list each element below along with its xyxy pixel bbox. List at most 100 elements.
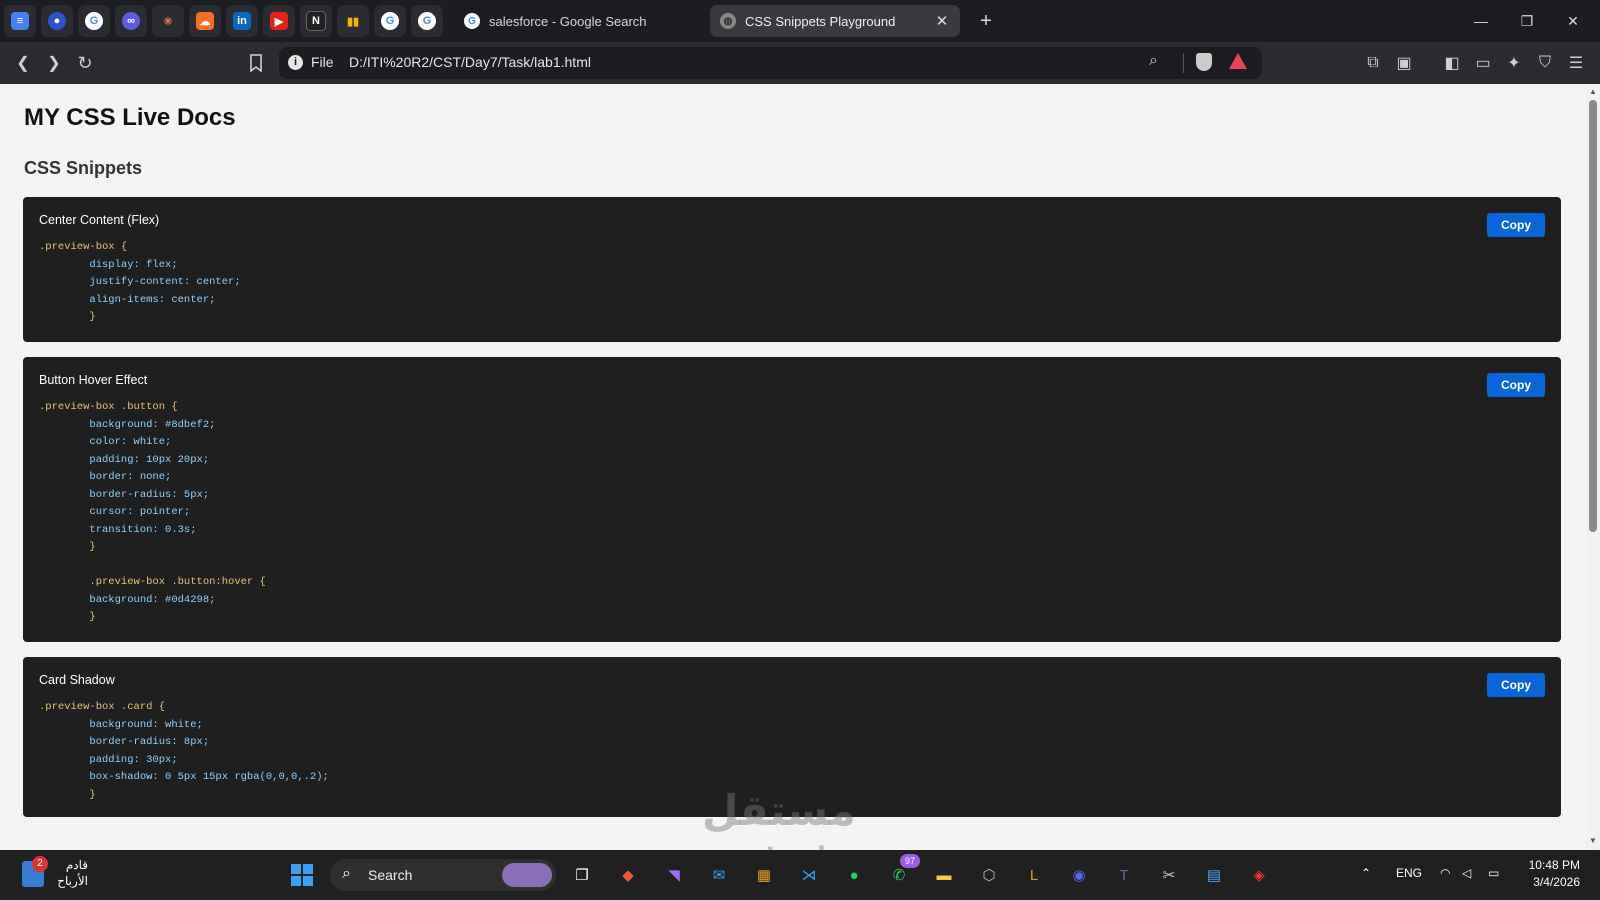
close-tab-icon[interactable]: ✕: [932, 11, 952, 31]
address-scheme-label: File: [311, 54, 334, 70]
sidebar-icon[interactable]: ◧: [1440, 51, 1464, 75]
info-icon[interactable]: i: [288, 55, 303, 70]
taskbar-search[interactable]: ⌕ Search: [330, 859, 556, 891]
browser-toolbar: ❮ ❯ ↻ i File D:/ITI%20R2/CST/Day7/Task/l…: [0, 42, 1600, 84]
pinned-tab-chart[interactable]: ▮▮: [337, 5, 369, 37]
copy-button[interactable]: Copy: [1487, 373, 1545, 397]
code-line: .preview-box .button {: [39, 401, 178, 413]
snippet-code: .preview-box .button { background: #8dbe…: [39, 399, 266, 627]
language-indicator[interactable]: ENG: [1396, 866, 1422, 880]
scroll-up-icon[interactable]: ▲: [1589, 87, 1597, 96]
forward-icon[interactable]: ❯: [42, 51, 66, 75]
minimize-button[interactable]: —: [1458, 6, 1504, 36]
tab-css-snippets[interactable]: ◍ CSS Snippets Playground ✕: [710, 5, 960, 37]
code-line: cursor: pointer;: [39, 506, 191, 518]
pinned-tab-youtube[interactable]: ▶: [263, 5, 295, 37]
brave-rewards-icon[interactable]: [1229, 53, 1247, 69]
pinned-tab-google-3[interactable]: G: [411, 5, 443, 37]
pinned-tab-notion[interactable]: N: [300, 5, 332, 37]
copy-button[interactable]: Copy: [1487, 213, 1545, 237]
reload-icon[interactable]: ↻: [73, 51, 97, 75]
leo-ai-icon[interactable]: ✦: [1502, 51, 1526, 75]
clock-date[interactable]: 3/4/2026: [1524, 875, 1580, 889]
address-bar[interactable]: i File D:/ITI%20R2/CST/Day7/Task/lab1.ht…: [279, 47, 1262, 79]
zoom-icon[interactable]: ⌕: [1149, 52, 1158, 70]
chart-icon: ▮▮: [346, 15, 360, 28]
back-icon[interactable]: ❮: [11, 51, 35, 75]
tray-chevron-icon[interactable]: ⌃: [1361, 866, 1371, 880]
widget-text[interactable]: قادم الأرباح: [54, 857, 88, 889]
colorful-app-icon[interactable]: ▦: [748, 859, 780, 891]
taskbar: 2 قادم الأرباح ⌕ Search ❐ ◆ ◥ ✉ ▦ ⋊ ● ✆ …: [0, 850, 1600, 900]
code-line: background: white;: [39, 718, 203, 731]
code-line: border-radius: 8px;: [39, 736, 210, 748]
pinned-tab-circle[interactable]: ●: [41, 5, 73, 37]
snipping-tool-icon[interactable]: ✂: [1153, 859, 1185, 891]
code-line: padding: 30px;: [39, 753, 178, 766]
vpn-icon[interactable]: ⛉: [1533, 51, 1557, 75]
battery-icon[interactable]: ▭: [1488, 866, 1499, 880]
snippet-title: Center Content (Flex): [39, 213, 160, 227]
volume-icon[interactable]: ◁: [1462, 866, 1471, 880]
discord-icon[interactable]: ◉: [1063, 859, 1095, 891]
new-tab-button[interactable]: +: [974, 9, 998, 33]
pinned-tab-linkedin[interactable]: in: [226, 5, 258, 37]
address-url[interactable]: D:/ITI%20R2/CST/Day7/Task/lab1.html: [349, 54, 591, 70]
bookmark-icon[interactable]: [244, 51, 268, 75]
notepad-icon[interactable]: ▤: [1198, 859, 1230, 891]
wallet-icon[interactable]: ▭: [1471, 51, 1495, 75]
menu-icon[interactable]: ☰: [1564, 51, 1588, 75]
scrollbar-thumb[interactable]: [1589, 100, 1597, 532]
pinned-tab-soundcloud[interactable]: ☁: [189, 5, 221, 37]
visual-studio-icon[interactable]: ◥: [658, 859, 690, 891]
code-line: .preview-box {: [39, 241, 128, 253]
tab-label: salesforce - Google Search: [489, 13, 647, 29]
restore-button[interactable]: ❐: [1504, 6, 1550, 36]
pinned-tab-google-2[interactable]: G: [374, 5, 406, 37]
start-icon[interactable]: [286, 859, 318, 891]
code-line: border: none;: [39, 471, 172, 483]
page-subtitle: CSS Snippets: [24, 158, 143, 178]
code-line: transition: 0.3s;: [39, 523, 197, 536]
unity-icon[interactable]: ⬡: [973, 859, 1005, 891]
file-explorer-icon[interactable]: ▬: [928, 859, 960, 891]
scroll-down-icon[interactable]: ▼: [1589, 836, 1597, 845]
screenshot-icon[interactable]: ▣: [1392, 51, 1416, 75]
copy-button[interactable]: Copy: [1487, 673, 1545, 697]
pinned-tab-loop[interactable]: ∞: [115, 5, 147, 37]
snippet-card: Center Content (Flex) Copy .preview-box …: [23, 197, 1561, 342]
code-line: }: [39, 541, 96, 553]
spotify-icon[interactable]: ●: [838, 859, 870, 891]
page-title: MY CSS Live Docs: [24, 104, 236, 131]
snippet-title: Card Shadow: [39, 673, 115, 687]
close-window-button[interactable]: ✕: [1550, 6, 1596, 36]
docs-icon: ≡: [11, 12, 29, 30]
tab-label: CSS Snippets Playground: [745, 13, 896, 29]
code-line: color: white;: [39, 436, 172, 448]
globe-icon: ◍: [720, 13, 736, 29]
clock-time[interactable]: 10:48 PM: [1524, 858, 1580, 872]
league-icon[interactable]: L: [1018, 859, 1050, 891]
task-view-icon[interactable]: ❐: [566, 859, 598, 891]
snippet-code: .preview-box { display: flex; justify-co…: [39, 239, 241, 327]
brave-shield-icon[interactable]: [1196, 53, 1212, 71]
google-icon: G: [85, 12, 103, 30]
pinned-tab-google[interactable]: G: [78, 5, 110, 37]
page-scrollbar[interactable]: ▲ ▼: [1586, 84, 1600, 850]
pinned-tab-docs[interactable]: ≡: [4, 5, 36, 37]
vscode-icon[interactable]: ⋊: [793, 859, 825, 891]
outlook-icon[interactable]: ✉: [703, 859, 735, 891]
teams-icon[interactable]: T: [1108, 859, 1140, 891]
watermark-arabic: مستقل: [702, 786, 856, 835]
brave-browser-icon[interactable]: ◆: [612, 859, 644, 891]
pinned-tab-asterisk[interactable]: ✳: [152, 5, 184, 37]
divider: [1183, 53, 1184, 73]
code-line: .preview-box .button:hover {: [39, 576, 266, 588]
code-line: border-radius: 5px;: [39, 488, 210, 501]
extensions-icon[interactable]: ⧉: [1361, 51, 1385, 75]
anydesk-icon[interactable]: ◈: [1243, 859, 1275, 891]
wifi-icon[interactable]: ◠: [1440, 866, 1450, 880]
tab-google-search[interactable]: G salesforce - Google Search: [454, 5, 704, 37]
google-icon: G: [464, 13, 480, 29]
